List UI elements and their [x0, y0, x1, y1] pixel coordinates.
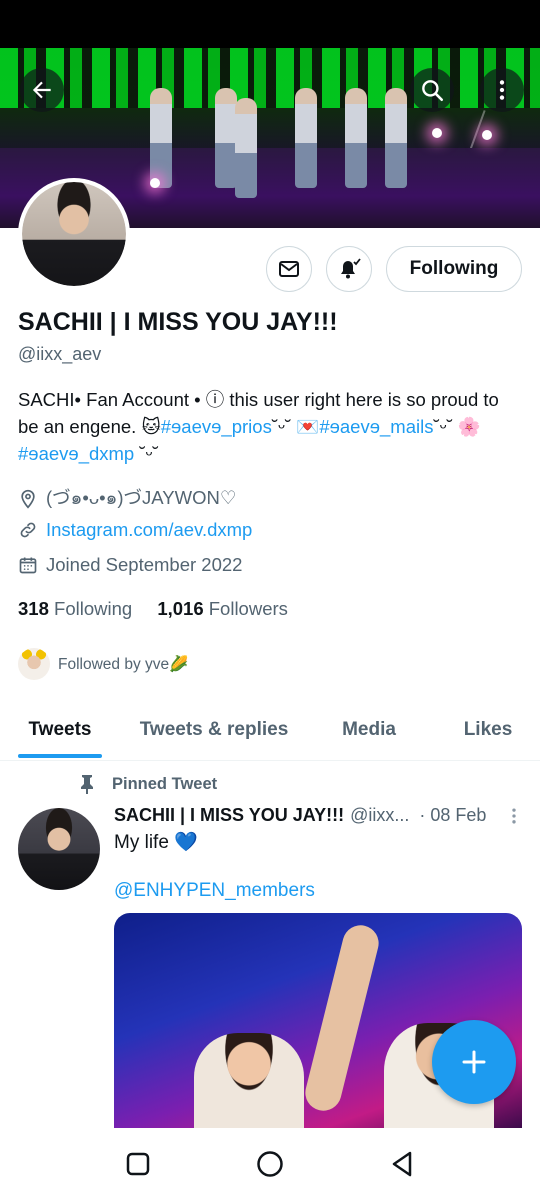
envelope-icon	[279, 261, 299, 277]
tweet-text: My life 💙	[114, 832, 198, 853]
follower-avatar	[18, 648, 50, 680]
banner-dancer	[215, 88, 237, 188]
bell-icon	[341, 258, 361, 279]
link-icon	[20, 522, 36, 538]
tab-tweets-replies[interactable]: Tweets & replies	[130, 700, 298, 760]
banner-spotlight	[432, 128, 442, 138]
banner-spotlight	[482, 130, 492, 140]
tweet-mention-link[interactable]: @ENHYPEN_members	[114, 880, 315, 902]
hashtag-link[interactable]: #ɘaevɘ_prios	[161, 416, 272, 437]
avatar-image	[22, 182, 126, 286]
following-count: 318	[18, 598, 49, 619]
follow-counts: 318 Following 1,016 Followers	[18, 598, 288, 620]
back-triangle-icon	[392, 1151, 412, 1177]
following-label: Following	[54, 598, 133, 619]
website-row: Instagram.com/aev.dxmp	[18, 519, 252, 541]
back-arrow-icon	[32, 81, 51, 99]
profile-bio: SACHI• Fan Account • ⓘ this user right h…	[18, 386, 523, 467]
recents-square-icon	[126, 1152, 150, 1176]
home-button[interactable]	[252, 1146, 288, 1182]
more-vertical-icon	[499, 80, 505, 100]
plus-icon	[462, 1050, 486, 1074]
location-row: (づ๑•ᴗ•๑)づJAYWON♡	[18, 484, 236, 513]
hashtag-link[interactable]: #ɘaevɘ_dxmp	[18, 443, 134, 464]
pin-icon	[81, 775, 93, 794]
tab-likes[interactable]: Likes	[454, 700, 522, 760]
compose-tweet-button[interactable]	[432, 1020, 516, 1104]
banner-lights	[0, 48, 540, 108]
banner-dancer	[345, 88, 367, 188]
banner-dancer	[295, 88, 317, 188]
joined-row: Joined September 2022	[18, 554, 242, 576]
home-circle-icon	[257, 1151, 283, 1177]
following-button[interactable]: Following	[386, 246, 522, 292]
tweet-header: SACHII | I MISS YOU JAY!!! @iixx... · 08…	[114, 805, 524, 826]
banner-dancer	[150, 88, 172, 188]
profile-handle: @iixx_aev	[18, 344, 102, 364]
tweet-more-icon[interactable]	[504, 806, 524, 826]
tab-media[interactable]: Media	[330, 700, 408, 760]
followers-count-link[interactable]: 1,016 Followers	[157, 598, 288, 619]
status-bar	[0, 0, 540, 48]
banner-spotlight	[150, 178, 160, 188]
tweet-author-handle[interactable]: @iixx...	[350, 805, 409, 826]
banner-dancer	[385, 88, 407, 188]
profile-avatar[interactable]	[18, 178, 130, 290]
media-arm	[301, 921, 383, 1115]
recents-button[interactable]	[120, 1146, 156, 1182]
banner-dancer	[235, 98, 257, 198]
following-count-link[interactable]: 318 Following	[18, 598, 132, 619]
active-tab-indicator	[18, 754, 102, 758]
tweet-date: · 08 Feb	[419, 805, 487, 825]
media-person	[194, 1033, 304, 1129]
followers-count: 1,016	[157, 598, 204, 619]
location-text: (づ๑•ᴗ•๑)づJAYWON♡	[46, 487, 237, 508]
tweet-author-name[interactable]: SACHII | I MISS YOU JAY!!!	[114, 805, 344, 826]
bio-text: ˘ᵕ˘ 💌	[271, 416, 320, 437]
search-button[interactable]	[410, 68, 454, 112]
website-link[interactable]: Instagram.com/aev.dxmp	[46, 519, 252, 541]
profile-name: SACHII | I MISS YOU JAY!!!	[18, 308, 338, 336]
location-pin-icon	[21, 489, 35, 509]
bio-text: ˘ᵕ˘	[134, 443, 159, 464]
profile-tabs: Tweets Tweets & replies Media Likes	[0, 700, 540, 761]
back-button[interactable]	[20, 68, 64, 112]
followers-label: Followers	[208, 598, 288, 619]
search-icon	[422, 80, 444, 102]
followed-by-row[interactable]: Followed by yve🌽	[18, 648, 188, 680]
more-options-button[interactable]	[480, 68, 524, 112]
pinned-text: Pinned Tweet	[112, 774, 218, 793]
pinned-label: Pinned Tweet	[78, 774, 217, 794]
tab-tweets[interactable]: Tweets	[18, 700, 102, 760]
hashtag-link[interactable]: #ɘaevɘ_mails	[319, 416, 433, 437]
followed-by-text: Followed by yve🌽	[58, 655, 189, 673]
tweet-author-avatar[interactable]	[18, 808, 100, 890]
notifications-button[interactable]	[326, 246, 372, 292]
back-nav-button[interactable]	[384, 1146, 420, 1182]
calendar-icon	[19, 557, 37, 574]
bio-text: ˘ᵕ˘ 🌸	[433, 416, 481, 437]
message-button[interactable]	[266, 246, 312, 292]
joined-text: Joined September 2022	[46, 554, 243, 575]
